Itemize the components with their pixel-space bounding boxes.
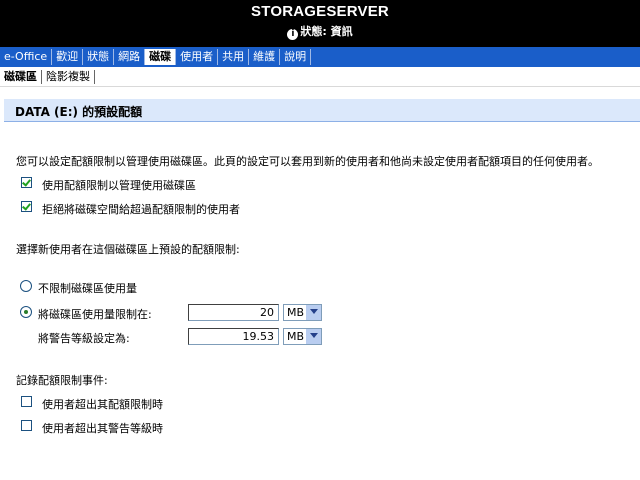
nav-item-disks[interactable]: 磁碟 — [145, 49, 177, 65]
limit-label: 將磁碟區使用量限制在: — [38, 308, 152, 321]
status-line: i 狀態: 資訊 — [0, 23, 640, 40]
enable-quota-label: 使用配額限制以管理使用磁碟區 — [42, 179, 196, 192]
deny-space-checkbox[interactable] — [21, 201, 32, 212]
enable-quota-checkbox[interactable] — [21, 177, 32, 188]
sub-nav: 磁碟區 陰影複製 — [0, 67, 640, 87]
subnav-item-volumes[interactable]: 磁碟區 — [0, 69, 42, 84]
limit-radio[interactable] — [20, 306, 32, 318]
nav-item-shares[interactable]: 共用 — [218, 49, 250, 65]
nav-item-users[interactable]: 使用者 — [176, 49, 219, 65]
page-title-bar: DATA (E:) 的預設配額 — [4, 99, 640, 122]
no-limit-radio[interactable] — [20, 280, 32, 292]
log-exceed-limit-label: 使用者超出其配額限制時 — [42, 398, 163, 411]
limit-unit-select[interactable]: MB — [283, 304, 322, 321]
nav-item-e-office[interactable]: e-Office — [0, 49, 53, 65]
main-nav: e-Office 歡迎 狀態 網路 磁碟 使用者 共用 維護 說明 — [0, 47, 640, 67]
log-exceed-limit-checkbox[interactable] — [21, 396, 32, 407]
server-name: STORAGESERVER — [251, 3, 389, 20]
limit-heading: 選擇新使用者在這個磁碟區上預設的配額限制: — [16, 243, 240, 256]
status-text: 狀態: 資訊 — [300, 25, 353, 38]
deny-space-label: 拒絕將磁碟空間給超過配額限制的使用者 — [42, 203, 240, 216]
intro-text: 您可以設定配額限制以管理使用磁碟區。此頁的設定可以套用到新的使用者和他尚未設定使… — [16, 155, 599, 168]
chevron-down-icon[interactable] — [305, 305, 321, 320]
warning-unit-select[interactable]: MB — [283, 328, 322, 345]
nav-item-welcome[interactable]: 歡迎 — [52, 49, 84, 65]
log-exceed-warning-label: 使用者超出其警告等級時 — [42, 422, 163, 435]
log-exceed-warning-checkbox[interactable] — [21, 420, 32, 431]
limit-value-input[interactable]: 20 — [188, 304, 279, 321]
app-header: STORAGESERVER i 狀態: 資訊 — [0, 0, 640, 47]
nav-item-status[interactable]: 狀態 — [83, 49, 115, 65]
warning-level-label: 將警告等級設定為: — [38, 332, 130, 345]
nav-item-help[interactable]: 說明 — [280, 49, 312, 65]
warning-unit-value: MB — [287, 330, 305, 343]
page-title: DATA (E:) 的預設配額 — [15, 105, 143, 119]
nav-item-network[interactable]: 網路 — [114, 49, 146, 65]
nav-item-maintenance[interactable]: 維護 — [249, 49, 281, 65]
warning-value-input[interactable]: 19.53 — [188, 328, 279, 345]
log-heading: 記錄配額限制事件: — [16, 374, 108, 387]
info-icon: i — [287, 29, 299, 40]
no-limit-label: 不限制磁碟區使用量 — [38, 282, 137, 295]
chevron-down-icon[interactable] — [305, 329, 321, 344]
limit-unit-value: MB — [287, 306, 305, 319]
subnav-item-shadow-copies[interactable]: 陰影複製 — [42, 69, 95, 84]
